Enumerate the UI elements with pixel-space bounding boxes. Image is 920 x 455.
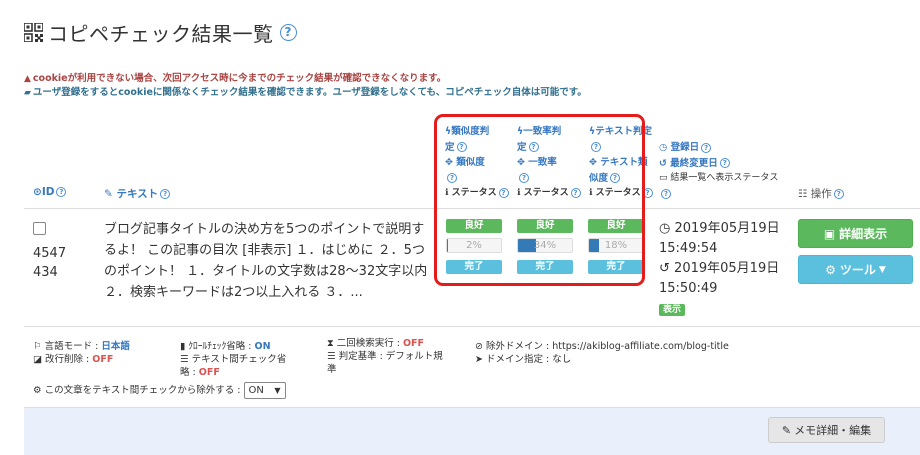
exclude-question: この文章をテキスト間チェックから除外する : [44, 385, 244, 396]
page-title: コピペチェック結果一覧 [48, 22, 274, 46]
detail-button-label: 詳細表示 [839, 227, 888, 241]
lang-label: 言語モード : [44, 341, 102, 352]
help-icon[interactable]: ? [279, 24, 297, 41]
crawl-label: ｸﾛｰﾙﾁｪｯｸ省略 : [188, 341, 255, 352]
intertext-label-2: 略 : [180, 367, 199, 378]
exclude-select[interactable]: ON ▼ [243, 382, 286, 399]
help-icon[interactable]: ? [833, 189, 844, 199]
criteria-label-2: 準 [327, 364, 337, 375]
domain-spec: ドメイン指定 : なし [486, 354, 572, 365]
user-registration-notice: ▰ ユーザ登録をするとcookieに関係なくチェック結果を確認できます。ユーザ登録… [24, 84, 587, 98]
lang-value: 日本語 [101, 341, 130, 352]
text-header-label: テキスト [116, 188, 159, 200]
row-dates: ◷ 2019年05月19日 15:49:54 ↺ 2019年05月19日 15:… [659, 219, 780, 319]
newline-value: OFF [92, 354, 114, 365]
memo-button-label: メモ詳細・編集 [794, 424, 872, 437]
id-column-header[interactable]: ⊙ID? [33, 186, 67, 198]
intertext-label: テキスト間チェック省 [191, 354, 287, 365]
ops-header-label: 操作 [810, 188, 832, 200]
edit-icon: ✎ [781, 423, 792, 437]
dates-header: ◷ 登録日? ↺ 最終変更日? ▭ 結果一覧へ表示ステータス ? [659, 140, 778, 202]
text-column-header[interactable]: ✎ テキスト? [104, 186, 171, 201]
highlight-box [434, 114, 645, 286]
settings-col-1: ⚐ 言語モード : 日本語 ◪ 改行削除 : OFF [33, 340, 130, 366]
help-icon[interactable]: ? [661, 189, 671, 199]
display-status-badge: 表示 [659, 304, 686, 316]
ops-icon: ☷ [798, 188, 808, 200]
edit-icon: ✎ [104, 188, 113, 200]
exclude-setting: ⚙ この文章をテキスト間チェックから除外する : ON ▼ [33, 382, 286, 399]
id-header-label: ID [41, 186, 55, 198]
clock-icon: ◷ [659, 221, 671, 236]
help-icon[interactable]: ? [719, 158, 730, 168]
hourglass-icon: ⧗ [327, 338, 334, 349]
modified-label: 最終変更日 [670, 157, 718, 169]
criteria-label: 判定基準 : デフォルト規 [338, 351, 443, 362]
page-header: コピペチェック結果一覧 ? [24, 18, 297, 47]
list-status-label: 結果一覧へ表示ステータス [670, 173, 779, 183]
row-select-checkbox[interactable] [33, 222, 46, 235]
help-icon[interactable]: ? [701, 142, 712, 153]
registered-date: 2019年05月19日 [674, 221, 780, 236]
memo-edit-button[interactable]: ✎ メモ詳細・編集 [768, 417, 885, 443]
settings-col-4: ⊘ 除外ドメイン : https://akiblog-affiliate.com… [475, 340, 729, 366]
second-label: 二回検索実行 : [336, 338, 403, 349]
crawl-value: ON [254, 341, 271, 352]
registered-sort[interactable]: ◷ 登録日? [659, 140, 778, 156]
clock-icon: ◷ [659, 142, 668, 153]
folder-icon: ▰ [24, 88, 31, 98]
history-icon: ↺ [659, 261, 670, 276]
history-icon: ↺ [659, 157, 667, 169]
help-icon[interactable]: ? [160, 189, 171, 199]
newline-label: 改行削除 : [45, 354, 93, 365]
caret-down-icon: ▼ [274, 386, 281, 395]
db-icon: ☰ [327, 351, 336, 362]
warning-icon: ▲ [24, 74, 31, 84]
help-icon[interactable]: ? [56, 187, 67, 197]
monitor-icon: ▭ [659, 173, 668, 183]
cogs-icon: ⚙ [825, 262, 836, 277]
caret-down-icon: ▼ [878, 264, 886, 275]
exclude-domain: 除外ドメイン : https://akiblog-affiliate.com/b… [486, 341, 729, 352]
detail-button[interactable]: ▣ 詳細表示 [798, 219, 913, 248]
modified-time: 15:50:49 [659, 281, 718, 296]
qrcode-icon [24, 23, 43, 42]
user-registration-text: ユーザ登録をするとcookieに関係なくチェック結果を確認できます。ユーザ登録を… [32, 87, 587, 98]
tool-dropdown-button[interactable]: ⚙ ツール ▼ [798, 255, 913, 284]
gear-icon: ⚙ [33, 385, 42, 396]
id-icon: ⊙ [33, 186, 42, 198]
registered-label: 登録日 [670, 142, 700, 153]
row-divider [24, 326, 920, 327]
mobile-icon: ▮ [180, 341, 186, 352]
settings-col-2: ▮ ｸﾛｰﾙﾁｪｯｸ省略 : ON ☰ テキスト間チェック省 略 : OFF [180, 340, 300, 379]
exclude-select-value: ON [248, 385, 264, 396]
intertext-value: OFF [198, 367, 220, 378]
briefcase-icon: ▣ [823, 226, 836, 241]
row-text[interactable]: ブログ記事タイトルの決め方を5つのポイントで説明するよ！ この記事の目次 [非表… [104, 219, 429, 303]
ops-column-header: ☷ 操作? [798, 186, 844, 201]
second-value: OFF [402, 338, 425, 349]
modified-sort[interactable]: ↺ 最終変更日? [659, 156, 778, 172]
language-icon: ⚐ [33, 341, 42, 352]
db-icon: ☰ [180, 354, 189, 365]
cookie-warning: ▲ cookieが利用できない場合、次回アクセス時に今までのチェック結果が確認でき… [24, 70, 446, 84]
cookie-warning-text: cookieが利用できない場合、次回アクセス時に今までのチェック結果が確認できな… [32, 73, 447, 84]
tool-button-label: ツール [839, 263, 876, 277]
settings-col-3: ⧗ 二回検索実行 : OFF ☰ 判定基準 : デフォルト規 準 [327, 337, 452, 376]
modified-date: 2019年05月19日 [674, 261, 780, 276]
row-id: 4547434 [33, 246, 67, 280]
location-arrow-icon: ➤ [475, 354, 483, 365]
ban-icon: ⊘ [475, 341, 483, 352]
registered-time: 15:49:54 [659, 241, 718, 256]
newline-icon: ◪ [33, 354, 42, 365]
